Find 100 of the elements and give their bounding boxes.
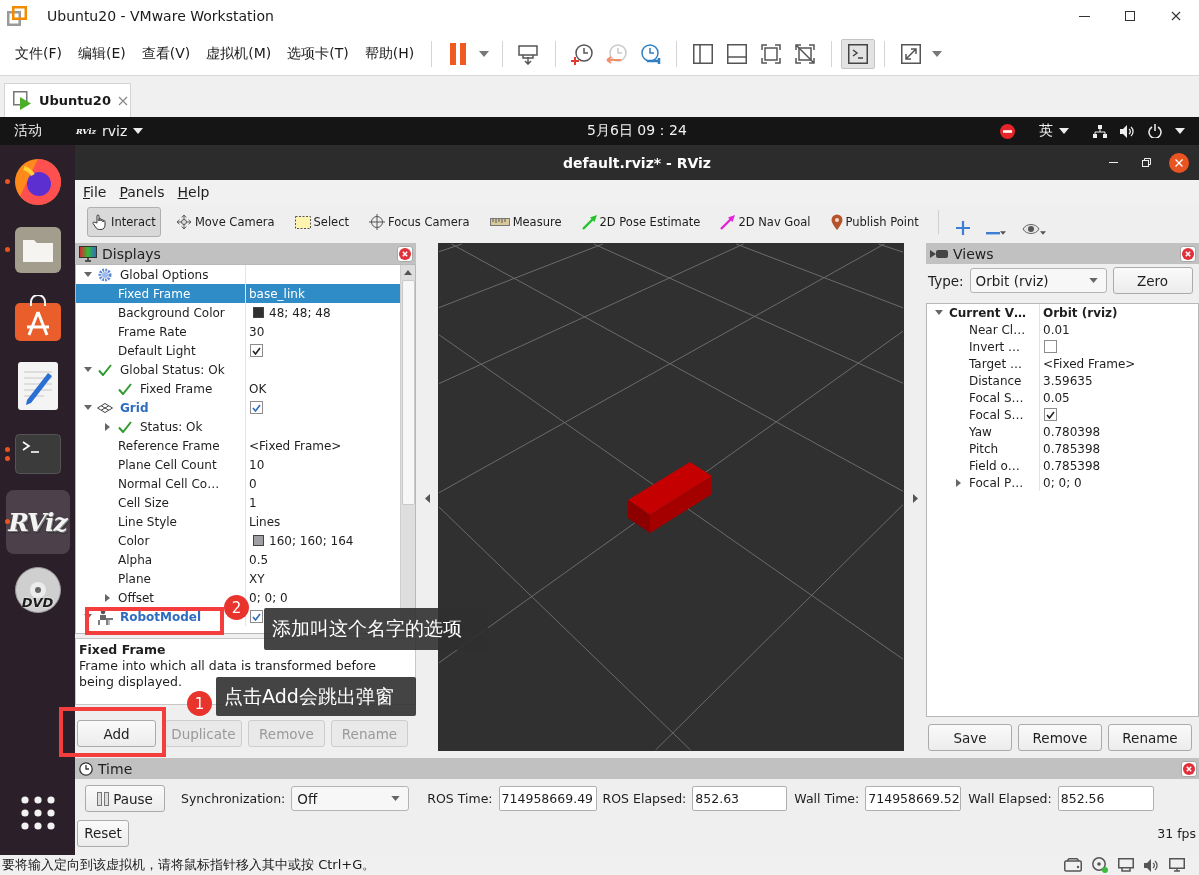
check-icon — [118, 420, 132, 433]
caret-left-icon[interactable] — [424, 494, 430, 503]
menu-item[interactable]: Help — [177, 184, 210, 200]
zero-button[interactable]: Zero — [1112, 267, 1193, 294]
tree-value: <Fixed Frame> — [1043, 356, 1136, 371]
do-not-disturb-icon[interactable] — [1000, 123, 1015, 139]
tree-row[interactable]: Target … <Fixed Frame> — [927, 355, 1198, 372]
caret-down-icon[interactable] — [934, 310, 943, 315]
tree-row[interactable]: Focal P… 0; 0; 0 — [927, 474, 1198, 491]
ros-time-field[interactable]: 714958669.49 — [498, 786, 597, 811]
tree-row[interactable]: Default Light — [76, 341, 400, 360]
system-menu-button[interactable] — [1093, 124, 1185, 138]
rename-button[interactable]: Rename — [1108, 724, 1192, 751]
tree-row[interactable]: Near Cl… 0.01 — [927, 321, 1198, 338]
tree-row[interactable]: Invert … — [927, 338, 1198, 355]
tree-label: Plane — [118, 571, 151, 586]
tree-label: Global Options — [120, 267, 209, 282]
ros-elapsed-field[interactable]: 852.63 — [692, 786, 788, 811]
checkbox[interactable] — [250, 610, 263, 623]
close-button[interactable] — [397, 245, 413, 262]
menu-item[interactable]: File — [83, 184, 107, 200]
tree-label: Current V… — [949, 305, 1027, 320]
caret-right-icon[interactable] — [956, 478, 961, 487]
tree-value: base_link — [249, 286, 305, 301]
tree-row[interactable]: Fixed Frame base_link — [76, 284, 400, 303]
tool-button[interactable]: Measure — [484, 207, 567, 237]
grid-icon — [97, 402, 113, 413]
remove-button[interactable]: Remove — [1018, 724, 1102, 751]
menu-item[interactable]: 选项卡(T) — [279, 44, 357, 63]
date-time[interactable]: 5月6日 09：24 — [587, 122, 687, 140]
move-arrows-icon — [175, 214, 192, 230]
restore-icon — [1141, 158, 1151, 167]
tree-value: 0.5 — [249, 552, 269, 567]
close-button[interactable] — [1181, 760, 1197, 777]
menu-item[interactable]: Panels — [119, 184, 165, 200]
app-menu-button[interactable]: RViz rviz — [76, 123, 144, 139]
tree-row[interactable]: Yaw 0.780398 — [927, 423, 1198, 440]
add-button[interactable]: Add — [77, 720, 156, 747]
tree-label: Invert … — [969, 339, 1021, 354]
clock-wrench-icon — [639, 42, 662, 65]
menu-item[interactable]: 虚拟机(M) — [198, 44, 280, 63]
tree-value: 0.780398 — [1043, 424, 1101, 439]
caret-down-icon[interactable] — [83, 272, 92, 277]
tree-value: XY — [249, 571, 265, 586]
tool-button[interactable]: Publish Point — [825, 207, 924, 237]
tool-button[interactable]: Focus Camera — [364, 207, 475, 237]
console-view-button[interactable] — [841, 38, 876, 69]
tree-row[interactable]: Pitch 0.785398 — [927, 440, 1198, 457]
tree-value: 0 — [249, 476, 257, 491]
tree-value: 48; 48; 48 — [269, 305, 331, 320]
activities-button[interactable]: 活动 — [14, 122, 42, 140]
checkbox[interactable] — [250, 401, 263, 414]
vm-tab[interactable]: Ubuntu20 — [4, 83, 131, 117]
disc-app-button[interactable]: DVD — [5, 558, 70, 622]
caret-right-icon[interactable] — [105, 422, 110, 431]
tree-label: Focal P… — [969, 475, 1024, 490]
close-icon — [1182, 247, 1194, 260]
menu-item[interactable]: 文件(F) — [7, 44, 70, 63]
caret-down-icon[interactable] — [83, 405, 92, 410]
tool-button[interactable]: Interact — [87, 207, 161, 237]
input-method-button[interactable]: 英 — [1039, 122, 1069, 140]
tree-row[interactable]: Current V… Orbit (rviz) — [927, 304, 1198, 321]
map-pin-icon — [830, 214, 843, 230]
menu-item[interactable]: 查看(V) — [133, 44, 199, 63]
save-button[interactable]: Save — [928, 724, 1012, 751]
menu-item[interactable]: 帮助(H) — [356, 44, 423, 63]
tree-value: 0.785398 — [1043, 458, 1101, 473]
menu-item[interactable]: 编辑(E) — [70, 44, 134, 63]
tool-button[interactable]: 2D Nav Goal — [715, 207, 816, 237]
scrollbar-thumb[interactable] — [401, 280, 415, 505]
caret-right-icon[interactable] — [912, 494, 918, 503]
rviz-app-button[interactable]: RViz — [5, 490, 70, 554]
caret-down-icon[interactable] — [83, 367, 92, 372]
tree-row[interactable]: Focal S… — [927, 406, 1198, 423]
reset-button[interactable]: Reset — [77, 819, 129, 847]
caret-right-icon[interactable] — [105, 593, 110, 602]
wall-time-field[interactable]: 714958669.52 — [865, 786, 962, 811]
power-icon — [1148, 124, 1162, 138]
tree-row[interactable]: Distance 3.59635 — [927, 372, 1198, 389]
sync-dropdown[interactable]: Off — [291, 786, 410, 811]
wall-elapsed-field[interactable]: 852.56 — [1057, 786, 1154, 811]
pause-button[interactable]: Pause — [85, 785, 165, 812]
scroll-up-icon[interactable] — [404, 269, 412, 275]
dashed-rectangle-icon — [294, 215, 311, 229]
tree-row[interactable]: Field o… 0.785398 — [927, 457, 1198, 474]
tool-button[interactable]: Move Camera — [170, 207, 280, 237]
close-icon[interactable] — [117, 95, 128, 106]
close-button[interactable] — [1167, 150, 1191, 175]
type-dropdown[interactable]: Orbit (rviz) — [969, 268, 1107, 293]
checkbox[interactable] — [1044, 408, 1057, 421]
tree-label: Pitch — [969, 441, 999, 456]
checkbox[interactable] — [1044, 340, 1057, 353]
close-button[interactable] — [1180, 245, 1196, 262]
tool-button[interactable]: Select — [289, 207, 354, 237]
tool-button[interactable]: 2D Pose Estimate — [576, 207, 706, 237]
tree-row[interactable]: Grid — [76, 398, 400, 417]
caret-icon — [1175, 128, 1185, 134]
tree-value: OK — [249, 381, 267, 396]
tree-row[interactable]: Focal S… 0.05 — [927, 389, 1198, 406]
checkbox[interactable] — [250, 344, 263, 357]
